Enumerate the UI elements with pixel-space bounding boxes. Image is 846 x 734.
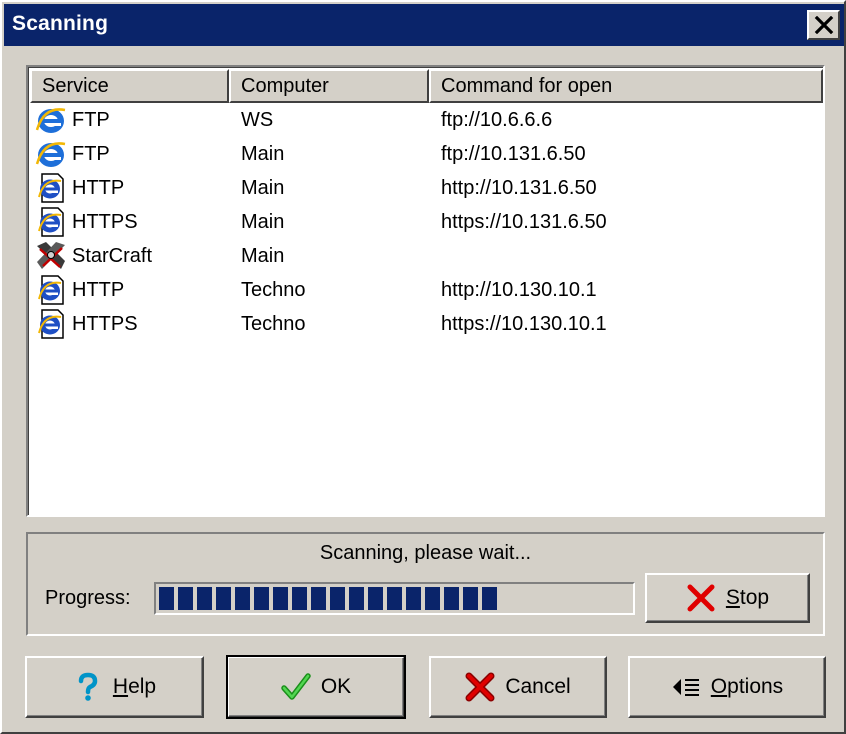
- progress-label: Progress:: [45, 587, 131, 609]
- command-cell: ftp://10.131.6.50: [441, 143, 586, 165]
- table-row[interactable]: HTTPS Main https://10.131.6.50: [30, 205, 823, 239]
- red-x-icon: [687, 584, 715, 612]
- cancel-label: Cancel: [505, 675, 571, 698]
- service-name: HTTPS: [72, 211, 138, 233]
- service-cell: StarCraft: [34, 239, 229, 273]
- service-cell: HTTP: [34, 171, 229, 205]
- computer-cell: Main: [241, 211, 285, 233]
- progress-group: Scanning, please wait... Progress: Stop: [26, 532, 825, 636]
- table-row[interactable]: HTTP Main http://10.131.6.50: [30, 171, 823, 205]
- table-row[interactable]: StarCraft Main: [30, 239, 823, 273]
- computer-cell: Techno: [241, 279, 306, 301]
- help-label: Help: [112, 675, 157, 698]
- command-cell: ftp://10.6.6.6: [441, 109, 553, 131]
- service-cell: HTTPS: [34, 307, 229, 341]
- table-row[interactable]: FTP WS ftp://10.6.6.6: [30, 103, 823, 137]
- progress-bar: [154, 582, 635, 615]
- column-header-service[interactable]: Service: [30, 69, 229, 103]
- list-header: Service Computer Command for open: [30, 69, 823, 103]
- service-name: StarCraft: [72, 245, 153, 267]
- service-name: HTTP: [72, 177, 125, 199]
- command-cell: http://10.130.10.1: [441, 279, 597, 301]
- service-cell: FTP: [34, 103, 229, 137]
- computer-cell: Main: [241, 143, 285, 165]
- dialog-title: Scanning: [12, 12, 109, 35]
- service-cell: HTTPS: [34, 205, 229, 239]
- service-name: HTTP: [72, 279, 125, 301]
- command-cell: http://10.131.6.50: [441, 177, 597, 199]
- table-row[interactable]: HTTP Techno http://10.130.10.1: [30, 273, 823, 307]
- computer-cell: Main: [241, 245, 285, 267]
- html-document-icon: [38, 173, 64, 203]
- computer-cell: Techno: [241, 313, 306, 335]
- column-header-computer[interactable]: Computer: [229, 69, 429, 103]
- service-name: FTP: [72, 143, 110, 165]
- stop-button[interactable]: Stop: [645, 573, 810, 623]
- ok-label: OK: [320, 675, 352, 698]
- command-cell: https://10.131.6.50: [441, 211, 607, 233]
- command-cell: [441, 239, 821, 273]
- starcraft-icon: [37, 242, 65, 269]
- options-arrow-icon: [672, 679, 699, 696]
- help-button[interactable]: Help: [25, 656, 204, 718]
- ie-icon: [35, 142, 66, 167]
- red-x-icon: [465, 672, 495, 702]
- close-button[interactable]: [807, 10, 840, 40]
- command-cell: https://10.130.10.1: [441, 313, 607, 335]
- checkmark-icon: [281, 673, 311, 700]
- ok-button[interactable]: OK: [226, 655, 406, 719]
- html-document-icon: [38, 309, 64, 339]
- cancel-button[interactable]: Cancel: [429, 656, 607, 718]
- scanning-dialog: Scanning Service Computer Command for op…: [0, 0, 846, 734]
- column-header-command[interactable]: Command for open: [429, 69, 823, 103]
- question-mark-icon: [78, 672, 98, 701]
- title-bar[interactable]: Scanning: [4, 4, 844, 46]
- status-text: Scanning, please wait...: [319, 542, 532, 564]
- service-cell: FTP: [34, 137, 229, 171]
- service-list[interactable]: Service Computer Command for open FTP WS f…: [26, 65, 825, 517]
- computer-cell: Main: [241, 177, 285, 199]
- stop-label: Stop: [725, 586, 770, 609]
- list-body: FTP WS ftp://10.6.6.6 FTP Main ftp://10.131.6…: [30, 103, 823, 341]
- service-cell: HTTP: [34, 273, 229, 307]
- close-icon: [814, 16, 833, 34]
- table-row[interactable]: FTP Main ftp://10.131.6.50: [30, 137, 823, 171]
- service-name: FTP: [72, 109, 110, 131]
- html-document-icon: [38, 275, 64, 305]
- progress-fill: [159, 587, 499, 610]
- html-document-icon: [38, 207, 64, 237]
- options-label: Options: [710, 675, 784, 698]
- options-button[interactable]: Options: [628, 656, 826, 718]
- table-row[interactable]: HTTPS Techno https://10.130.10.1: [30, 307, 823, 341]
- computer-cell: WS: [241, 109, 274, 131]
- ie-icon: [35, 108, 66, 133]
- service-name: HTTPS: [72, 313, 138, 335]
